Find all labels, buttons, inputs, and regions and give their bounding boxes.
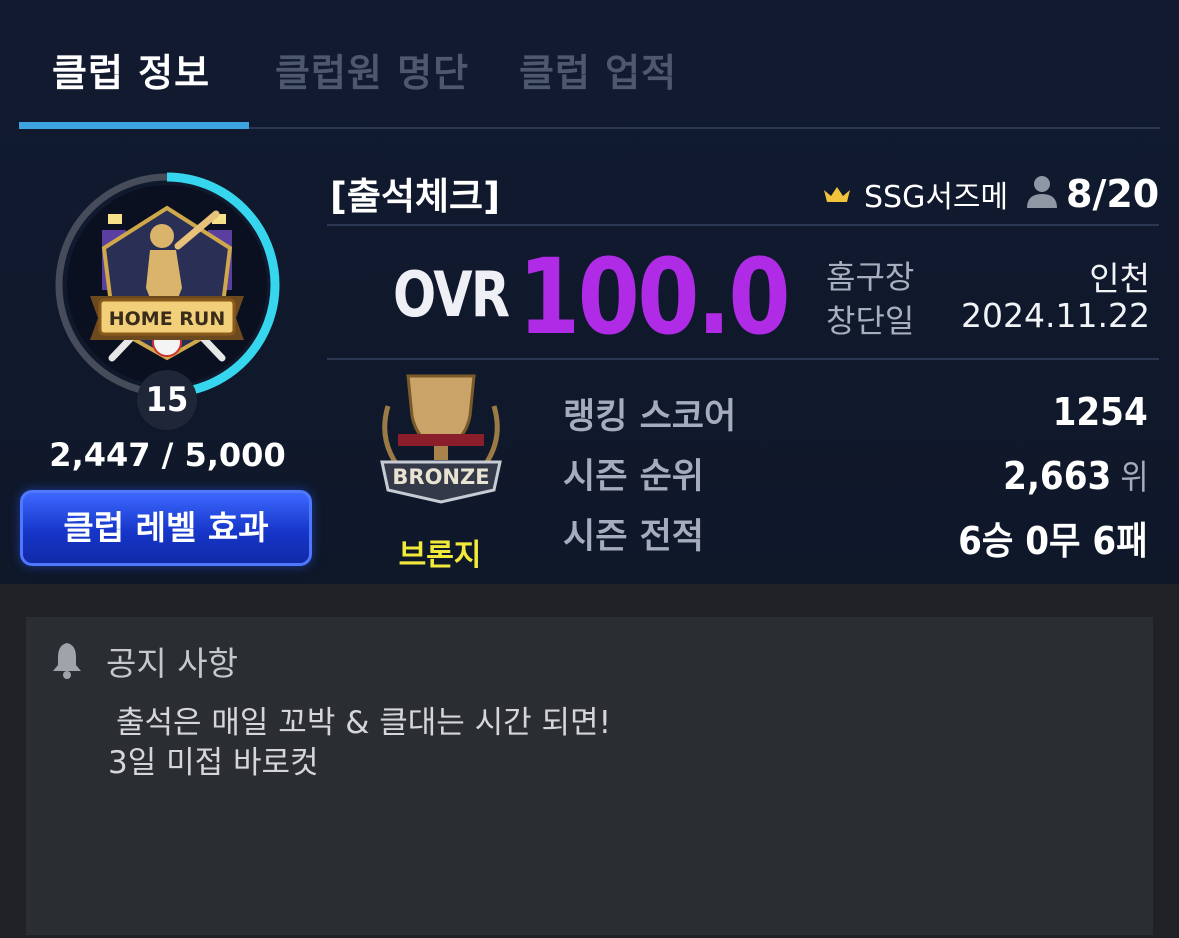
ranking-score-label: 랭킹 스코어 bbox=[563, 397, 737, 437]
bronze-trophy-icon: BRONZE bbox=[380, 374, 502, 504]
notice-line: 3일 미접 바로컷 bbox=[108, 745, 319, 781]
club-level-badge: 15 bbox=[137, 370, 197, 430]
divider bbox=[327, 224, 1159, 226]
notice-body: 출석은 매일 꼬박 & 클대는 시간 되면! 3일 미접 바로컷 bbox=[108, 703, 611, 783]
club-level-effect-button[interactable]: 클럽 레벨 효과 bbox=[20, 490, 312, 566]
bell-icon bbox=[53, 643, 81, 679]
owner-name: SSG서즈메 bbox=[864, 180, 1009, 215]
ovr-label: OVR bbox=[393, 258, 510, 331]
notice-title: 공지 사항 bbox=[106, 644, 238, 683]
emblem-text: HOME RUN bbox=[109, 308, 226, 330]
person-icon bbox=[1027, 176, 1057, 208]
season-record-label: 시즌 전적 bbox=[563, 517, 704, 557]
club-xp: 2,447 / 5,000 bbox=[49, 436, 286, 474]
club-owner: SSG서즈메 bbox=[822, 174, 1009, 215]
member-count: 8/20 bbox=[1066, 172, 1160, 216]
founded-date-label: 창단일 bbox=[826, 302, 915, 340]
ovr-value: 100.0 bbox=[518, 236, 791, 358]
home-stadium-label: 홈구장 bbox=[826, 258, 915, 296]
ranking-score-number: 1254 bbox=[1052, 390, 1148, 434]
club-emblem: HOME RUN bbox=[50, 168, 284, 402]
season-rank-number: 2,663 bbox=[1002, 454, 1111, 498]
level-progress-ring: HOME RUN bbox=[54, 172, 280, 398]
season-record-text: 6승 0무 6패 bbox=[958, 519, 1148, 563]
emblem-artwork bbox=[90, 205, 244, 362]
notice-line: 출석은 매일 꼬박 & 클대는 시간 되면! bbox=[116, 705, 612, 741]
club-name: [출석체크] bbox=[330, 175, 500, 218]
tab-club-info[interactable]: 클럽 정보 bbox=[52, 42, 210, 97]
founded-date-value: 2024.11.22 bbox=[961, 296, 1150, 335]
active-tab-indicator bbox=[19, 122, 249, 129]
tab-bar: 클럽 정보 클럽원 명단 클럽 업적 bbox=[0, 0, 1179, 130]
home-stadium-value: 인천 bbox=[1089, 259, 1150, 298]
divider bbox=[327, 358, 1159, 360]
season-rank-label: 시즌 순위 bbox=[563, 457, 704, 497]
season-rank-unit: 위 bbox=[1119, 458, 1148, 498]
tab-member-list[interactable]: 클럽원 명단 bbox=[275, 42, 469, 97]
notice-panel: 공지 사항 출석은 매일 꼬박 & 클대는 시간 되면! 3일 미접 바로컷 bbox=[26, 617, 1153, 935]
ranking-score-value: 1254 bbox=[1053, 390, 1148, 434]
trophy-text: BRONZE bbox=[392, 465, 489, 489]
league-tier-name: 브론지 bbox=[398, 538, 482, 573]
season-rank-value: 2,663 위 bbox=[1003, 450, 1148, 499]
club-info-panel: 클럽 정보 클럽원 명단 클럽 업적 HOME RUN 15 2,447 / 5… bbox=[0, 0, 1179, 584]
crown-icon bbox=[824, 187, 850, 202]
tab-club-achievements[interactable]: 클럽 업적 bbox=[519, 42, 677, 97]
season-record-value: 6승 0무 6패 bbox=[958, 510, 1148, 565]
